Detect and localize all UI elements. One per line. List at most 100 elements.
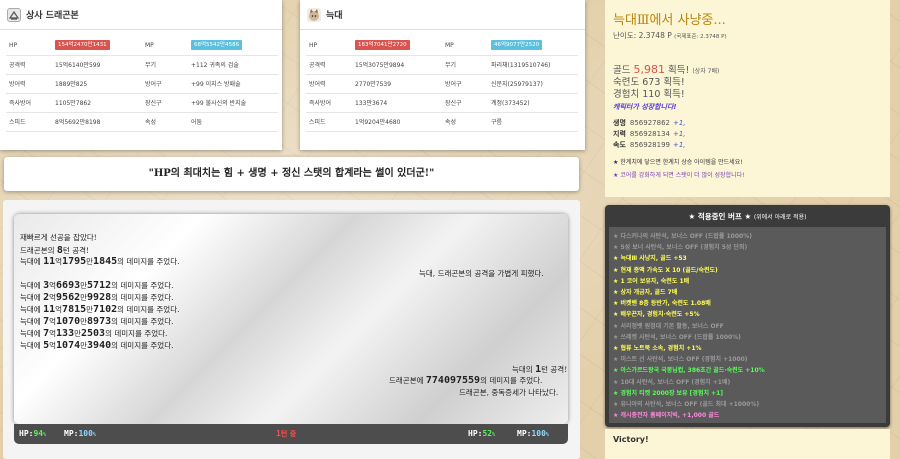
- stat-value: 어둠: [188, 112, 278, 132]
- stat-value: 154억2470만1431: [52, 36, 142, 56]
- battle-log-line: 늑대에 11억1795만1845의 데미지를 주었다.: [20, 256, 180, 267]
- battle-log-line: 늑대, 드래곤본의 공격을 가볍게 피했다.: [419, 268, 544, 279]
- battle-log: 재빠르게 선공을 잡았다! 드래곤본의 8턴 공격! 늑대에 11억1795만184…: [14, 214, 568, 424]
- damage-number: 11: [43, 304, 56, 315]
- damage-number: 1070: [56, 316, 81, 327]
- battle-text: 늑대에: [20, 293, 44, 302]
- damage-number: 3940: [87, 340, 112, 351]
- damage-number: 133: [56, 328, 75, 339]
- buff-title-sub: (위에서 아래로 적용): [753, 214, 807, 221]
- stat-value-text: +99 불사신의 반지술: [191, 100, 247, 107]
- stat-label: 무기: [442, 55, 488, 75]
- stat-value-text: 어둠: [191, 119, 203, 126]
- stat-value: 15억3075만9894: [352, 55, 442, 75]
- damage-number: 1795: [62, 256, 87, 267]
- damage-number: 9928: [87, 292, 112, 303]
- player-stat-row: HP 183억7041만2720 MP 46억9077만2520: [306, 36, 578, 56]
- battle-text: 만: [80, 341, 88, 350]
- battle-text: 만: [86, 257, 94, 266]
- damage-number: 7815: [62, 304, 87, 315]
- enemy-stat-row: 공격력 15억6140만599 무기 +112 귀족의 검술: [6, 55, 278, 75]
- stat-label: 즉사방어: [306, 93, 352, 113]
- player-stat-row: 스피드 1억9204만4680 속성 구름: [306, 112, 578, 132]
- battle-log-line: 늑대에 2억9562만9928의 데미지를 주었다.: [20, 292, 173, 303]
- stat-label: HP: [306, 36, 352, 56]
- battle-text: 늑대에: [20, 257, 44, 266]
- right-hp-status: HP:52%: [468, 429, 496, 438]
- stat-increment: +1,: [672, 130, 686, 138]
- buff-item: ★ 1 코어 보유자, 숙련도 1배: [613, 277, 690, 285]
- battle-log-line: 늑대에 7억1070만8973의 데미지를 주었다.: [20, 316, 173, 327]
- buff-list[interactable]: ★ 다스커나의 사탄석, 보너스 OFF (드랍률 1000%) ★ 5성 보너 …: [609, 227, 886, 423]
- stat-label: 무기: [142, 55, 188, 75]
- buff-panel-title: ★ 적용중인 버프 ★ (위에서 아래로 적용): [609, 209, 886, 225]
- stat-value-text: 1889만825: [55, 81, 88, 88]
- stat-label: 스피드: [6, 112, 52, 132]
- tip-limit: ★ 한계치에 닿으면 한계치 상승 아이템을 만드세요!: [613, 159, 743, 166]
- stat-value: 1105만7862: [52, 93, 142, 113]
- enemy-stat-row: 스피드 8억5692만8198 속성 어둠: [6, 112, 278, 132]
- battle-text: 늑대에: [20, 305, 44, 314]
- buff-item: ★ 아스가르드왕국 국봉님컵, 386초간 골드·숙련도 +10%: [613, 367, 765, 375]
- stat-total: 856927862: [629, 119, 670, 127]
- battle-text: 의 데미지를 주었다.: [111, 341, 174, 350]
- enemy-stat-row: 방어력 1889만825 방어구 +99 이지스 방패술: [6, 74, 278, 94]
- stat-value: 계정(373452): [488, 93, 578, 113]
- wolf-avatar-icon: [307, 7, 321, 22]
- battle-text: 억: [49, 293, 57, 302]
- stat-value-text: 15억6140만599: [55, 62, 101, 69]
- battle-text: 턴 공격!: [62, 246, 90, 255]
- enemy-stat-row: 즉사방어 1105만7862 장신구 +99 불사신의 반지술: [6, 93, 278, 113]
- buff-item: ★ 늑대Ⅲ 사냥지, 골드 +53: [613, 255, 687, 263]
- stat-value: 1889만825: [52, 74, 142, 94]
- stat-value-text: 1억9204만4680: [355, 119, 401, 126]
- hunt-result-panel: 늑대Ⅲ에서 사냥중... 난이도: 2.3748 P (국제표준: 2.3748…: [605, 0, 890, 197]
- stat-value-text: 신문지(25979137): [491, 81, 543, 88]
- battle-text: 의 데미지를 주었다.: [117, 305, 180, 314]
- buff-item: ★ 캐시충전자 홈페이지빅, +1,000 골드: [613, 412, 720, 420]
- stat-value-text: +112 귀족의 검술: [191, 62, 239, 69]
- battle-text: 의 데미지를 주었다.: [111, 281, 174, 290]
- victory-panel: Victory!: [605, 429, 890, 459]
- battle-text: 억: [49, 317, 57, 326]
- enemy-stat-row: HP 154억2470만1431 MP 68억5542만4586: [6, 36, 278, 56]
- battle-text: 만: [74, 329, 81, 338]
- stat-label: 공격력: [6, 55, 52, 75]
- left-hp-status: HP:94%: [19, 429, 47, 438]
- buff-item: ★ 서리정뱃 원정대 기본 활동, 보너스 OFF: [613, 322, 724, 330]
- stat-label: 방어구: [442, 74, 488, 94]
- stat-label: 방어구: [142, 74, 188, 94]
- player-stat-row: 공격력 15억3075만9894 무기 파리채(1319510746): [306, 55, 578, 75]
- battle-log-line: 드래곤본, 중독증세가 나타났다.: [459, 387, 558, 398]
- stat-label: 방어력: [6, 74, 52, 94]
- gold-note: (상자 7배): [692, 68, 720, 75]
- left-mp-status: MP:100%: [64, 429, 96, 438]
- stat-label: 속성: [142, 112, 188, 132]
- stat-value: +99 불사신의 반지술: [188, 93, 278, 113]
- stat-value: 133만3674: [352, 93, 442, 113]
- battle-text: 만: [86, 305, 94, 314]
- buff-item: ★ 미스트 선 사탄석, 보너스 OFF (경험치 +1000): [613, 356, 748, 364]
- battle-text: 억: [49, 281, 57, 290]
- hint-quote: "HP의 최대치는 힘 + 생명 + 정신 스탯의 합계라는 썰이 있더군!": [4, 157, 579, 191]
- stat-label: 방어력: [306, 74, 352, 94]
- stat-value: 1억9204만4680: [352, 112, 442, 132]
- battle-log-line: 늑대에 3억6693만5712의 데미지를 주었다.: [20, 280, 173, 291]
- stat-value: +99 이지스 방패술: [188, 74, 278, 94]
- buff-item: ★ 10대 사탄석, 보너스 OFF (경험치 +1배): [613, 378, 731, 386]
- enemy-stats-card: 상사 드래곤본 HP 154억2470만1431 MP 68억5542만4586 공격력…: [0, 0, 282, 150]
- stat-total: 856928134: [629, 130, 670, 138]
- stat-label: 즉사방어: [6, 93, 52, 113]
- stat-label: MP: [442, 36, 488, 56]
- exp-gain: 경험치 110 획득!: [613, 89, 685, 100]
- enemy-name: 상사 드래곤본: [26, 11, 79, 21]
- battle-text: 늑대의: [512, 365, 536, 374]
- stat-value-text: 133만3674: [355, 100, 388, 107]
- battle-text: 턴 공격!: [541, 365, 568, 374]
- battle-text: 늑대에: [20, 317, 44, 326]
- player-stat-row: 방어력 2770만7539 방어구 신문지(25979137): [306, 74, 578, 94]
- damage-number: 8973: [87, 316, 112, 327]
- stat-value-text: 2770만7539: [355, 81, 392, 88]
- battle-log-line: 재빠르게 선공을 잡았다!: [20, 232, 97, 243]
- tip-core: ★ 코어를 강화하게 되면 스탯이 더 많이 성장합니다!: [613, 172, 745, 179]
